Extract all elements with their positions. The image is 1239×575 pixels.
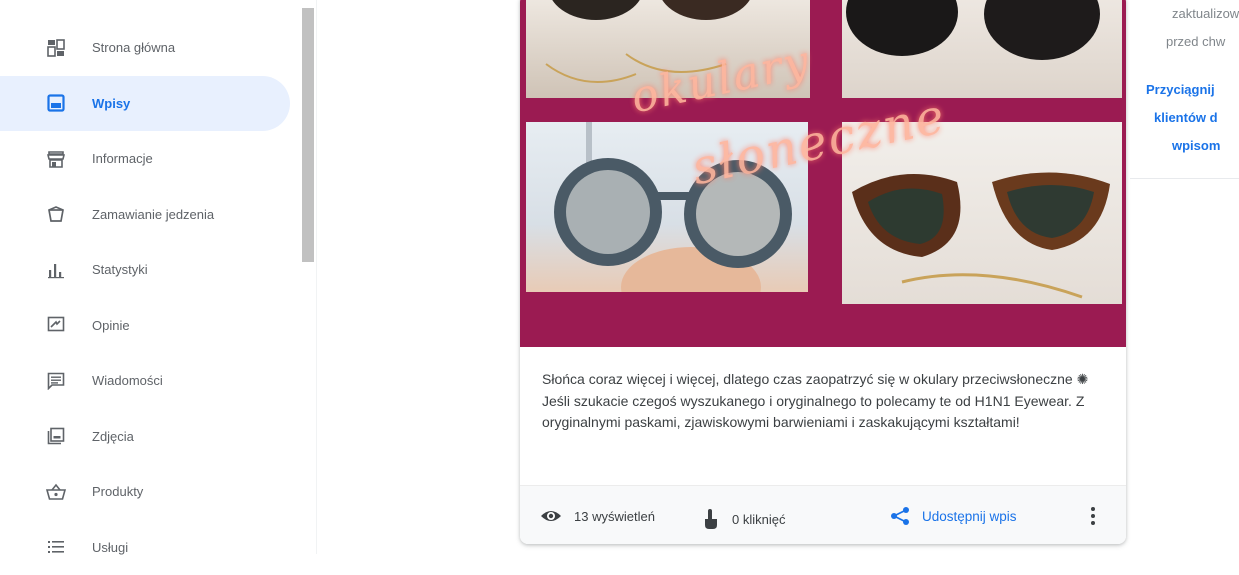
food-order-icon — [44, 202, 68, 226]
sidebar: Strona główna Wpisy Informacje Zamawiani… — [0, 0, 318, 554]
share-post-button[interactable]: Udostępnij wpis — [890, 504, 1017, 528]
sidebar-scrollbar[interactable] — [302, 8, 314, 262]
views-count: 13 wyświetleń — [574, 509, 655, 524]
clicks-stat: 0 kliknięć — [702, 508, 785, 530]
sidebar-item-label: Informacje — [92, 151, 153, 166]
promo-link-line1[interactable]: Przyciągnij — [1146, 82, 1215, 97]
sidebar-item-photos[interactable]: Zdjęcia — [0, 409, 290, 465]
reviews-icon — [44, 313, 68, 337]
updated-text-line1: zaktualizow — [1172, 6, 1239, 21]
sidebar-item-label: Zdjęcia — [92, 429, 134, 444]
dashboard-icon — [44, 36, 68, 60]
sidebar-divider — [316, 0, 317, 554]
sidebar-item-label: Strona główna — [92, 40, 175, 55]
sidebar-item-messages[interactable]: Wiadomości — [0, 353, 290, 409]
storefront-icon — [44, 147, 68, 171]
clicks-count: 0 kliknięć — [732, 512, 785, 527]
posts-icon — [44, 91, 68, 115]
bar-chart-icon — [44, 258, 68, 282]
sidebar-item-label: Produkty — [92, 484, 143, 499]
post-description: Słońca coraz więcej i więcej, dlatego cz… — [542, 369, 1102, 434]
promo-link-line3[interactable]: wpisom — [1172, 138, 1220, 153]
sidebar-item-reviews[interactable]: Opinie — [0, 298, 290, 354]
more-options-icon[interactable] — [1086, 504, 1100, 528]
right-info-panel: zaktualizow przed chw Przyciągnij klient… — [1130, 0, 1239, 179]
tap-icon — [702, 508, 720, 530]
eye-icon — [540, 508, 562, 524]
photos-icon — [44, 424, 68, 448]
sidebar-item-label: Usługi — [92, 540, 128, 555]
post-card: okulary słoneczne Słońca coraz więcej i … — [520, 0, 1126, 544]
sidebar-item-posts[interactable]: Wpisy — [0, 76, 290, 132]
sidebar-item-label: Wiadomości — [92, 373, 163, 388]
share-post-label: Udostępnij wpis — [922, 509, 1017, 524]
basket-icon — [44, 480, 68, 504]
sidebar-item-label: Statystyki — [92, 262, 148, 277]
sidebar-nav: Strona główna Wpisy Informacje Zamawiani… — [0, 20, 290, 575]
sidebar-item-services[interactable]: Usługi — [0, 520, 290, 575]
photo-panel-top-right — [842, 0, 1122, 98]
sidebar-item-label: Opinie — [92, 318, 130, 333]
sidebar-item-home[interactable]: Strona główna — [0, 20, 290, 76]
list-icon — [44, 535, 68, 559]
share-icon — [890, 506, 910, 526]
sidebar-item-info[interactable]: Informacje — [0, 131, 290, 187]
messages-icon — [44, 369, 68, 393]
post-footer: 13 wyświetleń 0 kliknięć Udostępnij wpis — [520, 485, 1126, 544]
sidebar-item-label: Zamawianie jedzenia — [92, 207, 214, 222]
sidebar-item-products[interactable]: Produkty — [0, 464, 290, 520]
views-stat: 13 wyświetleń — [540, 508, 655, 524]
promo-link-line2[interactable]: klientów d — [1154, 110, 1218, 125]
sidebar-item-stats[interactable]: Statystyki — [0, 242, 290, 298]
sidebar-item-food-order[interactable]: Zamawianie jedzenia — [0, 187, 290, 243]
post-image: okulary słoneczne — [520, 0, 1126, 347]
sidebar-item-label: Wpisy — [92, 96, 130, 111]
updated-text-line2: przed chw — [1166, 34, 1225, 49]
